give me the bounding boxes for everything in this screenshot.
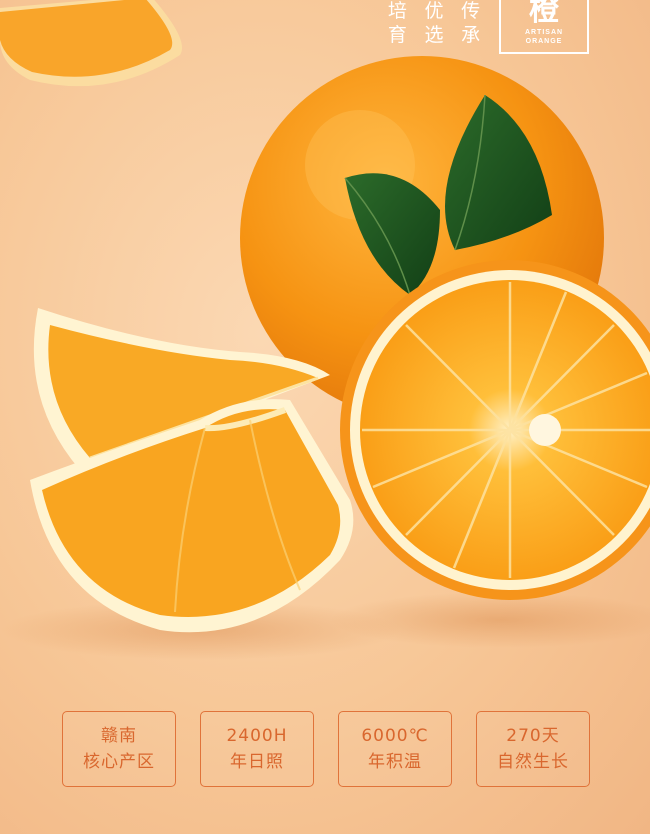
slogan-char: 育 (387, 24, 409, 46)
brand-slogan: 培 优 传 育 选 承 (380, 0, 490, 46)
product-banner: 培 优 传 育 选 承 橙 ARTISAN ORANGE 赣南 核心产区 240… (0, 0, 650, 834)
logo-text-line2: ORANGE (525, 38, 563, 45)
orange-photo (0, 0, 650, 660)
brand-logo: 橙 ARTISAN ORANGE (499, 0, 589, 54)
logo-text-line1: ARTISAN (524, 29, 564, 36)
feature-title: 赣南 (101, 726, 137, 746)
slogan-char: 传 (461, 0, 483, 22)
feature-subtitle: 年积温 (368, 752, 422, 772)
feature-temperature: 6000℃ 年积温 (338, 711, 452, 787)
feature-subtitle: 自然生长 (497, 752, 569, 772)
feature-list: 赣南 核心产区 2400H 年日照 6000℃ 年积温 270天 自然生长 (62, 711, 590, 789)
feature-origin: 赣南 核心产区 (62, 711, 176, 787)
slogan-char: 承 (461, 24, 483, 46)
feature-subtitle: 核心产区 (83, 752, 155, 772)
feature-title: 2400H (226, 726, 288, 746)
slogan-char: 培 (387, 0, 409, 22)
slogan-char: 选 (424, 24, 446, 46)
logo-glyph: 橙 (529, 0, 559, 28)
orange-slice-top-left (0, 0, 182, 87)
slogan-char: 优 (424, 0, 446, 22)
feature-title: 6000℃ (361, 726, 429, 746)
feature-subtitle: 年日照 (230, 752, 284, 772)
feature-growth: 270天 自然生长 (476, 711, 590, 787)
feature-title: 270天 (506, 726, 560, 746)
feature-sunshine: 2400H 年日照 (200, 711, 314, 787)
